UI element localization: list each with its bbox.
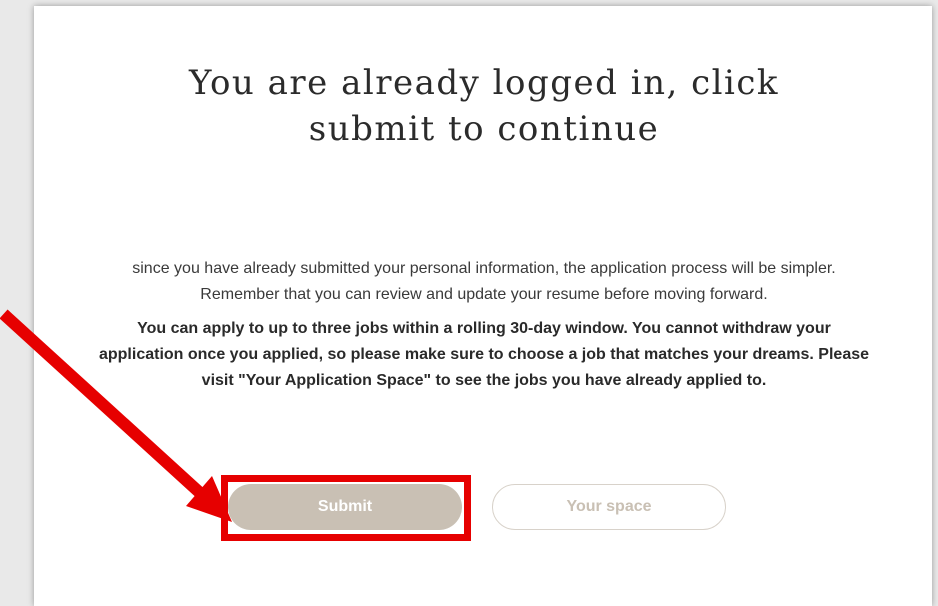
- arrow-icon: [0, 309, 232, 522]
